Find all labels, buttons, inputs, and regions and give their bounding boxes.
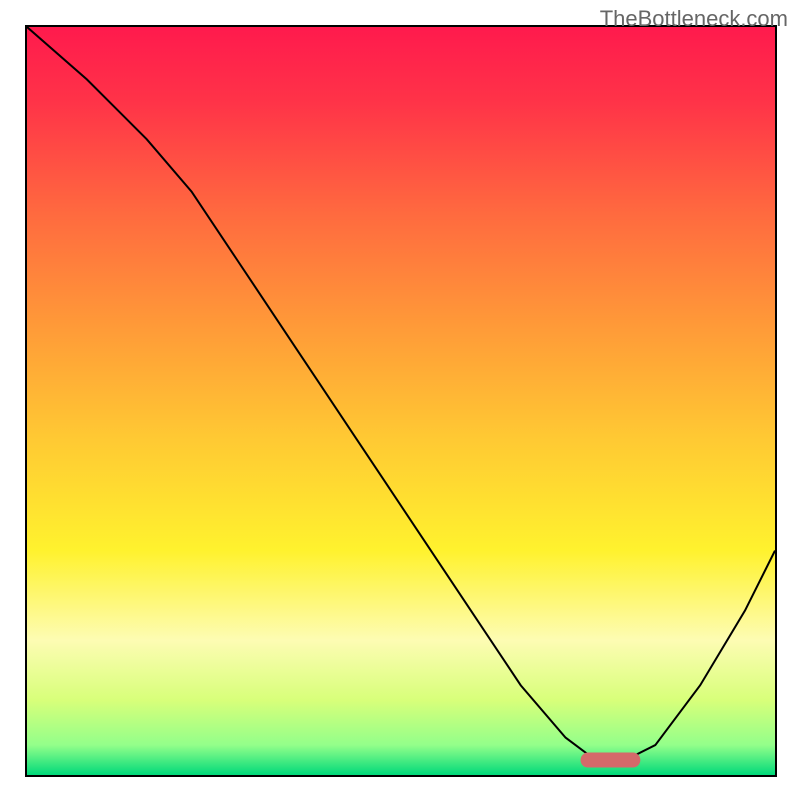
chart-plot-area: [25, 25, 777, 777]
chart-svg: [27, 27, 775, 775]
watermark-label: TheBottleneck.com: [600, 6, 788, 32]
chart-background: [27, 27, 775, 775]
bottleneck-marker: [581, 753, 641, 768]
